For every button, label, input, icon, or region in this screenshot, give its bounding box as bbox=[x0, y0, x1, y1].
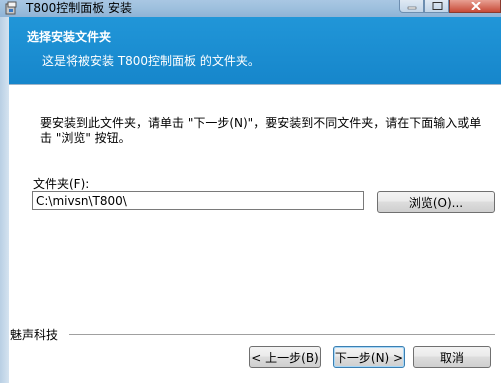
browse-button[interactable]: 浏览(O)... bbox=[377, 191, 495, 213]
minimize-button[interactable] bbox=[399, 0, 424, 13]
next-button[interactable]: 下一步(N) > bbox=[333, 346, 405, 368]
footer-divider bbox=[69, 334, 495, 336]
maximize-icon bbox=[432, 2, 443, 10]
installer-window: T800控制面板 安装 选择安装文件夹 这是将被安装 T800控制面板 的文件夹… bbox=[0, 0, 501, 383]
title-bar[interactable]: T800控制面板 安装 bbox=[0, 0, 501, 17]
minimize-icon bbox=[407, 6, 417, 10]
header-title: 选择安装文件夹 bbox=[27, 30, 112, 44]
close-button[interactable] bbox=[449, 0, 501, 13]
header-subtitle: 这是将被安装 T800控制面板 的文件夹。 bbox=[42, 54, 260, 68]
window-title: T800控制面板 安装 bbox=[26, 1, 133, 15]
close-icon bbox=[471, 2, 481, 10]
header-banner: 选择安装文件夹 这是将被安装 T800控制面板 的文件夹。 bbox=[9, 17, 501, 84]
folder-path-input[interactable] bbox=[32, 191, 364, 210]
back-button[interactable]: < 上一步(B) bbox=[249, 346, 321, 368]
window-frame-left bbox=[0, 17, 9, 383]
instruction-text: 要安装到此文件夹，请单击 "下一步(N)"，要安装到不同文件夹，请在下面输入或单… bbox=[40, 116, 482, 145]
installer-icon bbox=[5, 1, 17, 15]
folder-label: 文件夹(F): bbox=[33, 177, 90, 191]
maximize-button[interactable] bbox=[424, 0, 449, 13]
content-panel: 要安装到此文件夹，请单击 "下一步(N)"，要安装到不同文件夹，请在下面输入或单… bbox=[9, 85, 501, 383]
cancel-button[interactable]: 取消 bbox=[413, 346, 491, 368]
company-label: 魅声科技 bbox=[10, 326, 65, 343]
